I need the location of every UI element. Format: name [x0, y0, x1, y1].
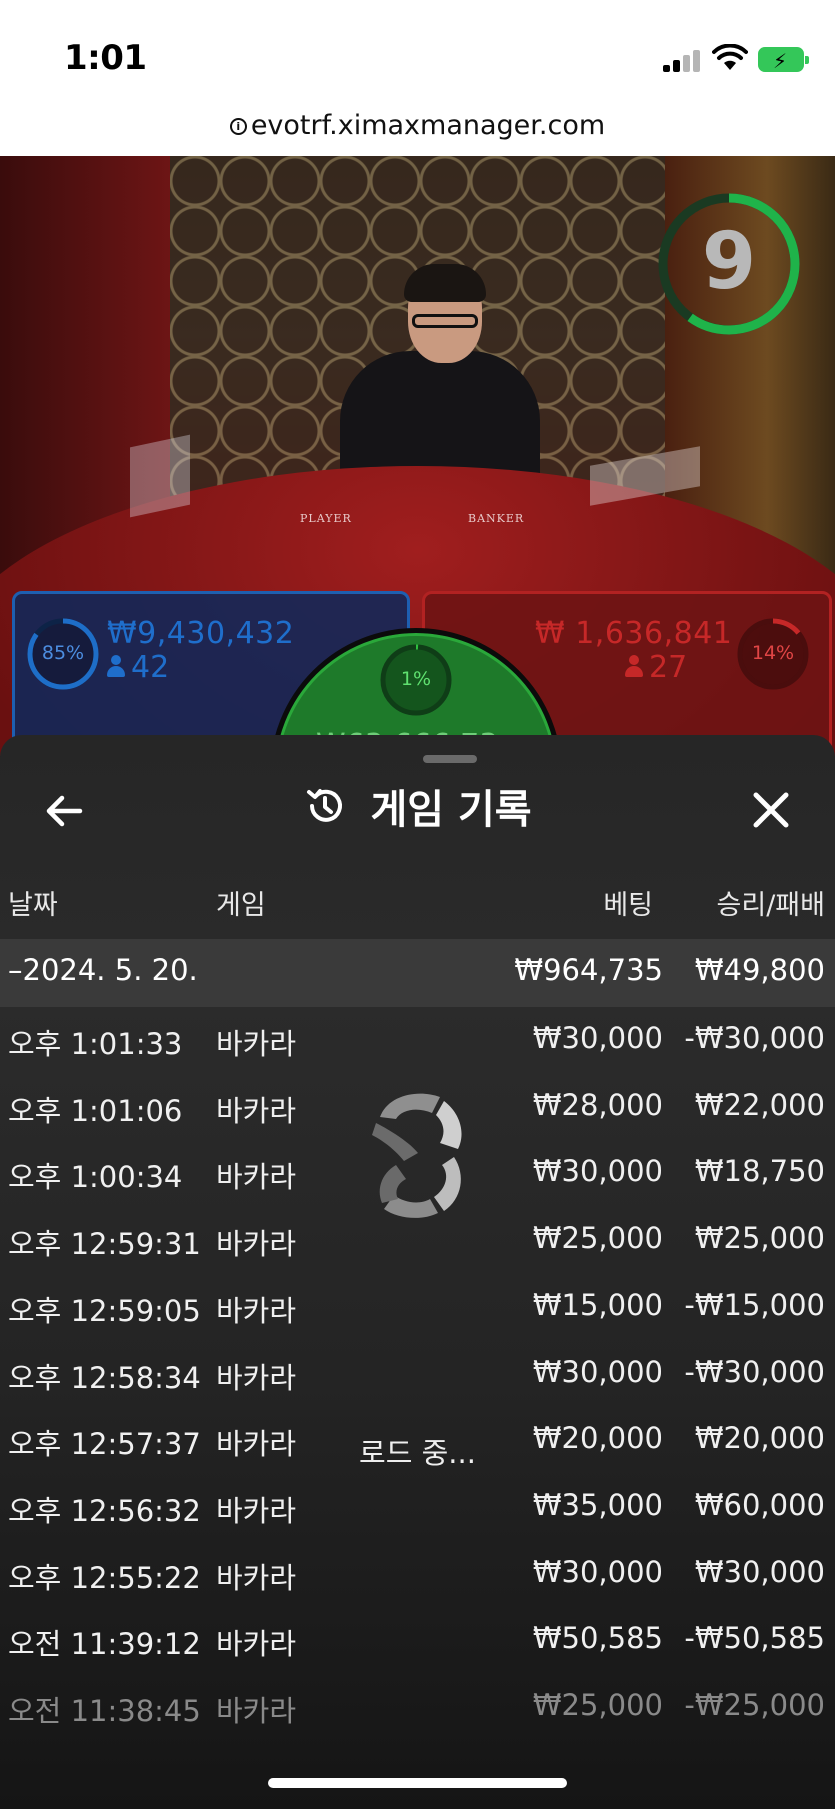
row-time: 오후 12:59:31: [8, 1227, 201, 1262]
loading-text: 로드 중...: [359, 1436, 476, 1470]
row-time: 오후 12:58:34: [8, 1360, 201, 1395]
row-bet: ₩28,000: [532, 1087, 663, 1122]
row-result: ₩60,000: [694, 1487, 825, 1522]
close-icon[interactable]: [746, 785, 796, 835]
url-text: evotrf.ximaxmanager.com: [250, 110, 606, 141]
player-bet-amount: ₩9,430,432: [107, 616, 295, 651]
banker-percent: 14%: [751, 642, 795, 664]
row-time: 오후 12:56:32: [8, 1493, 201, 1528]
row-bet: ₩25,000: [532, 1221, 663, 1256]
battery-charging-icon: ⚡: [758, 47, 809, 73]
row-result: ₩22,000: [694, 1087, 825, 1122]
table-label-player: PLAYER: [300, 512, 352, 525]
timer-value: 9: [701, 217, 757, 307]
spinner-icon: [372, 1093, 462, 1218]
url-bar[interactable]: i evotrf.ximaxmanager.com: [0, 100, 835, 156]
row-bet: ₩30,000: [532, 1354, 663, 1389]
row-game: 바카라: [216, 1694, 297, 1728]
game-history-sheet: 게임 기록 날짜 게임 베팅 승리/패배 –2024. 5. 20. ₩964,…: [0, 735, 835, 1809]
row-result: -₩25,000: [684, 1688, 825, 1722]
row-time: 오후 1:00:34: [8, 1160, 183, 1195]
row-game: 바카라: [216, 1493, 297, 1528]
row-time: 오전 11:38:45: [8, 1694, 201, 1728]
wifi-icon: [712, 44, 748, 70]
row-bet: ₩30,000: [532, 1021, 663, 1055]
row-time: 오후 12:59:05: [8, 1293, 201, 1328]
player-percent-ring: 85%: [25, 616, 101, 692]
row-result: ₩25,000: [694, 1221, 825, 1256]
card-shoe: [130, 434, 190, 518]
row-result: -₩30,000: [684, 1354, 825, 1389]
history-row[interactable]: 오후 12:58:34 바카라 ₩30,000 -₩30,000: [0, 1341, 835, 1407]
info-icon[interactable]: i: [229, 118, 247, 135]
date-group-date: –2024. 5. 20.: [8, 953, 198, 987]
row-game: 바카라: [216, 1627, 297, 1662]
row-time: 오후 1:01:06: [8, 1093, 183, 1128]
status-time: 1:01: [64, 38, 147, 78]
row-game: 바카라: [216, 1560, 297, 1595]
history-clock-icon: [307, 789, 343, 822]
history-row[interactable]: 오전 11:39:12 바카라 ₩50,585 -₩50,585: [0, 1607, 835, 1673]
row-time: 오후 1:01:33: [8, 1027, 183, 1061]
dealer-glasses: [412, 314, 478, 328]
status-bar: 1:01 ⚡: [0, 0, 835, 100]
row-game: 바카라: [216, 1160, 297, 1195]
row-game: 바카라: [216, 1293, 297, 1328]
person-icon: [107, 655, 125, 677]
row-time: 오후 12:55:22: [8, 1560, 201, 1595]
history-row[interactable]: 오후 12:56:32 바카라 ₩35,000 ₩60,000: [0, 1474, 835, 1540]
row-bet: ₩30,000: [532, 1154, 663, 1189]
history-row[interactable]: 오전 11:38:45 바카라 ₩25,000 -₩25,000: [0, 1674, 835, 1740]
sheet-title: 게임 기록: [370, 787, 532, 833]
column-header-date[interactable]: 날짜: [8, 883, 58, 922]
person-icon: [625, 655, 643, 677]
row-game: 바카라: [216, 1093, 297, 1128]
row-result: ₩18,750: [694, 1154, 825, 1189]
column-header-result[interactable]: 승리/패배: [717, 883, 825, 922]
row-bet: ₩30,000: [532, 1554, 663, 1589]
column-header-bet[interactable]: 베팅: [603, 883, 653, 922]
sheet-grabber[interactable]: [423, 755, 477, 763]
row-game: 바카라: [216, 1227, 297, 1262]
dealer-hair: [404, 264, 486, 302]
row-bet: ₩50,585: [532, 1621, 663, 1656]
sheet-header: 게임 기록: [0, 777, 835, 835]
player-percent: 85%: [41, 642, 85, 664]
banker-bettor-count: 27: [625, 650, 687, 685]
banker-bet-amount: ₩ 1,636,841: [535, 616, 733, 651]
date-group-result-total: ₩49,800: [694, 953, 825, 987]
row-result: -₩15,000: [684, 1287, 825, 1322]
row-result: ₩30,000: [694, 1554, 825, 1589]
history-row[interactable]: 오후 1:01:33 바카라 ₩30,000 -₩30,000: [0, 1007, 835, 1073]
row-bet: ₩15,000: [532, 1287, 663, 1322]
row-game: 바카라: [216, 1027, 297, 1061]
date-group-row[interactable]: –2024. 5. 20. ₩964,735 ₩49,800: [0, 939, 835, 1007]
player-bettor-count: 42: [107, 650, 169, 685]
cellular-signal-icon: [663, 48, 703, 72]
banker-percent-ring: 14%: [735, 616, 811, 692]
row-bet: ₩35,000: [532, 1487, 663, 1522]
live-video-stream: PLAYER BANKER 9 85% ₩9,430,432 42 14% ₩ …: [0, 156, 835, 756]
row-time: 오전 11:39:12: [8, 1627, 201, 1662]
row-result: -₩30,000: [684, 1021, 825, 1055]
tie-percent: 1%: [400, 668, 432, 690]
row-bet: ₩25,000: [532, 1688, 663, 1722]
home-indicator[interactable]: [268, 1778, 567, 1788]
countdown-timer: 9: [656, 191, 802, 337]
row-game: 바카라: [216, 1360, 297, 1395]
table-label-banker: BANKER: [468, 512, 525, 525]
date-group-bet-total: ₩964,735: [514, 953, 663, 987]
history-row[interactable]: 오후 12:59:05 바카라 ₩15,000 -₩15,000: [0, 1274, 835, 1340]
history-row[interactable]: 오후 12:55:22 바카라 ₩30,000 ₩30,000: [0, 1541, 835, 1607]
column-header-game[interactable]: 게임: [216, 883, 266, 922]
row-result: -₩50,585: [684, 1621, 825, 1656]
